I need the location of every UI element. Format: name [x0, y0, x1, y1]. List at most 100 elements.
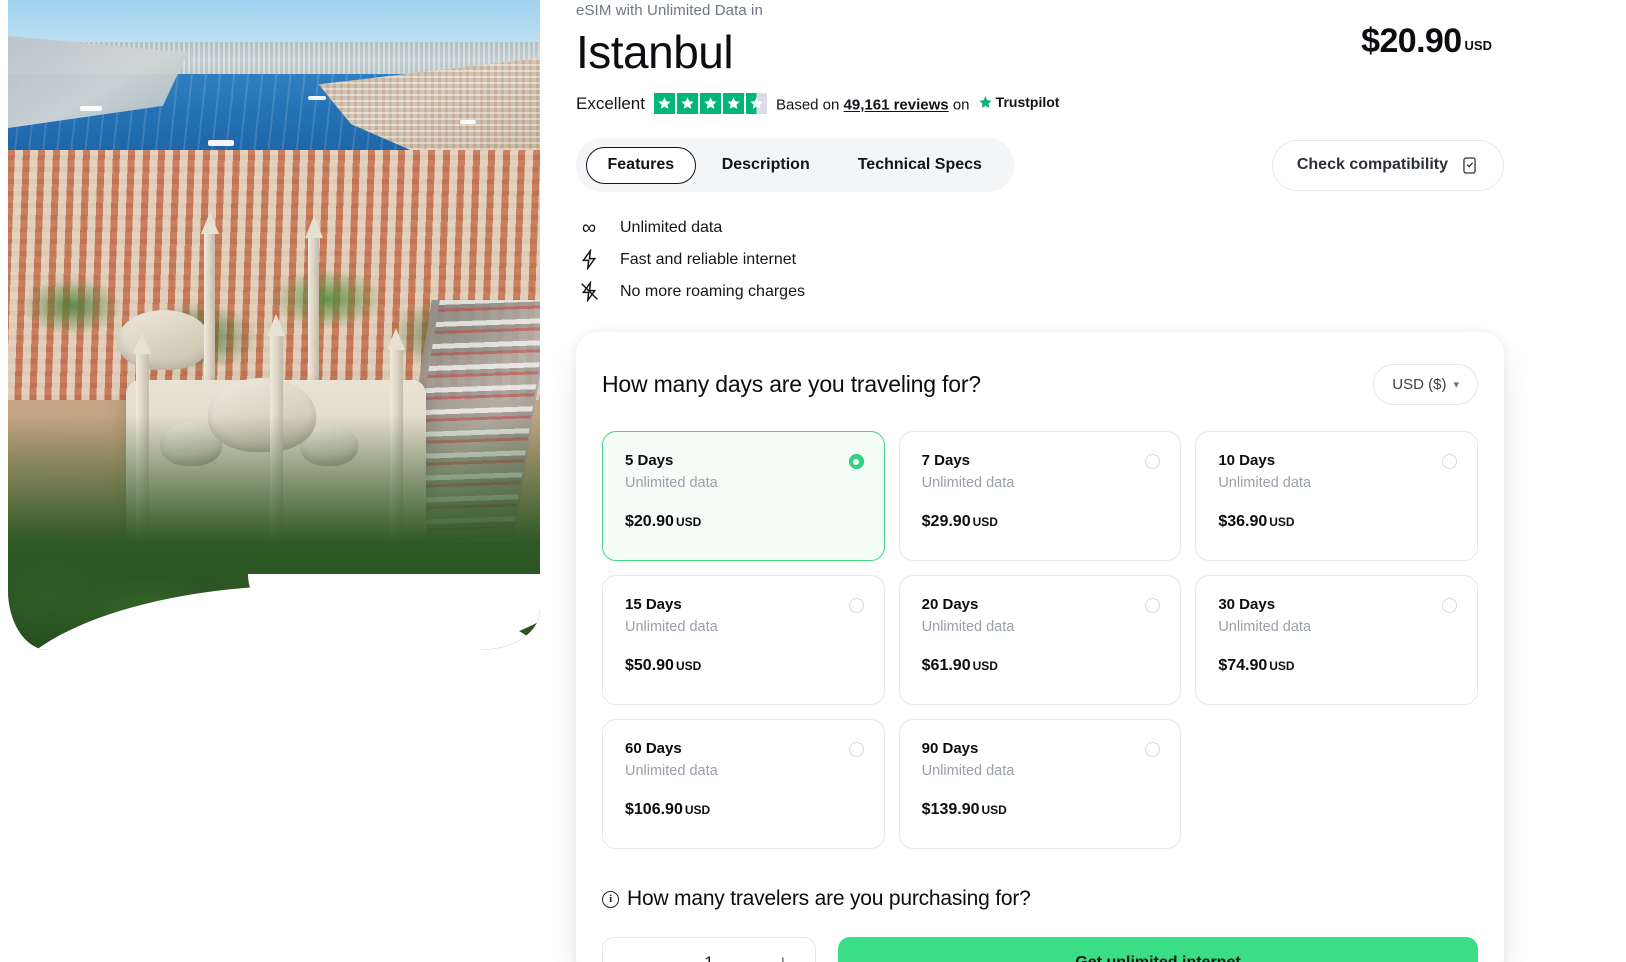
plan-price-amount: $139.90: [921, 801, 980, 819]
plan-price-amount: $36.90: [1218, 513, 1268, 531]
plan-data: Unlimited data: [921, 763, 1015, 780]
istanbul-aerial-photo: [8, 0, 540, 650]
plan-data: Unlimited data: [1218, 475, 1312, 492]
chevron-down-icon: ▾: [1453, 379, 1459, 392]
plan-duration: 10 Days: [1218, 452, 1276, 470]
plan-price: $36.90 USD: [1218, 513, 1457, 531]
plan-data: Unlimited data: [921, 475, 1015, 492]
plan-card-header: How many days are you traveling for? USD…: [602, 364, 1478, 406]
star-icon: [722, 93, 744, 115]
plan-option-30-days[interactable]: 30 Days Unlimited data $74.90 USD: [1195, 575, 1478, 706]
decrement-button[interactable]: −: [625, 953, 645, 962]
plan-price: $50.90 USD: [625, 657, 864, 675]
trustpilot-star-icon: [979, 95, 992, 108]
price-currency: USD: [1464, 38, 1492, 53]
tab-technical-specs[interactable]: Technical Specs: [836, 146, 1004, 184]
page-title: Istanbul: [576, 26, 734, 78]
plan-duration: 30 Days: [1218, 596, 1276, 614]
plan-option-5-days[interactable]: 5 Days Unlimited data $20.90 USD: [602, 431, 885, 562]
plan-price-amount: $20.90: [625, 513, 674, 531]
plan-option-20-days[interactable]: 20 Days Unlimited data $61.90 USD: [898, 575, 1182, 706]
plan-grid: 5 Days Unlimited data $20.90 USD 7 Days U…: [602, 431, 1478, 850]
plan-radio[interactable]: [848, 598, 864, 614]
plan-price-amount: $106.90: [625, 801, 683, 819]
plan-price-amount: $50.90: [625, 657, 674, 675]
plan-selection-card: How many days are you traveling for? USD…: [576, 332, 1504, 962]
plan-price-currency: USD: [981, 803, 1007, 818]
tab-features[interactable]: Features: [586, 146, 696, 184]
info-icon[interactable]: i: [602, 890, 619, 908]
travelers-question: How many travelers are you purchasing fo…: [627, 887, 1031, 911]
plan-data: Unlimited data: [1218, 619, 1312, 636]
feature-list: ∞ Unlimited data Fast and reliable inter…: [576, 218, 1626, 303]
currency-selector[interactable]: USD ($) ▾: [1373, 364, 1478, 406]
star-icon: [699, 93, 721, 115]
price-block: $20.90 USD: [1361, 22, 1492, 61]
feature-label: Unlimited data: [620, 219, 723, 237]
feature-item: ∞ Unlimited data: [576, 218, 1626, 238]
plan-price-amount: $29.90: [921, 513, 971, 531]
reviews-count-link[interactable]: 49,161 reviews: [844, 97, 949, 114]
plan-option-7-days[interactable]: 7 Days Unlimited data $29.90 USD: [898, 431, 1182, 562]
tabs-row: Features Description Technical Specs Che…: [576, 138, 1626, 193]
star-icon: [676, 93, 698, 115]
infinity-icon: ∞: [581, 217, 597, 240]
plan-duration: 15 Days: [625, 596, 682, 614]
hero-image: [8, 0, 540, 650]
plan-price: $61.90 USD: [922, 657, 1161, 675]
plan-duration: 90 Days: [921, 740, 979, 758]
based-on-label: Based on: [775, 96, 840, 114]
plan-price: $74.90 USD: [1218, 657, 1457, 675]
feature-label: Fast and reliable internet: [620, 250, 797, 268]
plan-option-10-days[interactable]: 10 Days Unlimited data $36.90 USD: [1195, 431, 1478, 562]
feature-item: Fast and reliable internet: [576, 249, 1626, 271]
minaret: [305, 216, 323, 386]
boat: [80, 106, 102, 111]
plan-price: $106.90 USD: [625, 801, 864, 819]
plan-radio[interactable]: [848, 742, 864, 758]
increment-button[interactable]: +: [773, 953, 793, 962]
plan-price-currency: USD: [684, 803, 711, 818]
plan-price: $139.90 USD: [922, 801, 1161, 819]
plan-price-currency: USD: [972, 659, 998, 674]
quantity-stepper[interactable]: − 1 +: [602, 937, 816, 962]
travelers-question-row: i How many travelers are you purchasing …: [602, 887, 1478, 911]
product-page: eSIM with Unlimited Data in Istanbul $20…: [0, 0, 1626, 962]
boat: [208, 140, 234, 146]
title-block: eSIM with Unlimited Data in Istanbul: [576, 0, 763, 79]
purchase-row: − 1 + Get unlimited internet: [602, 937, 1478, 962]
plan-radio-selected[interactable]: [848, 454, 864, 470]
plan-price-currency: USD: [972, 515, 998, 530]
plan-data: Unlimited data: [921, 619, 1015, 636]
title-row: eSIM with Unlimited Data in Istanbul $20…: [576, 0, 1626, 79]
lightning-bolt-icon: [576, 249, 602, 271]
plan-option-60-days[interactable]: 60 Days Unlimited data $106.90 USD: [602, 719, 885, 850]
plan-option-15-days[interactable]: 15 Days Unlimited data $50.90 USD: [602, 575, 885, 706]
plan-duration: 5 Days: [625, 452, 674, 470]
rating-word: Excellent: [576, 93, 645, 113]
trustpilot-brand: Trustpilot: [978, 94, 1059, 110]
quantity-value: 1: [704, 953, 713, 962]
plan-data: Unlimited data: [625, 475, 718, 492]
minaret: [201, 212, 219, 382]
check-compatibility-button[interactable]: Check compatibility: [1271, 139, 1504, 191]
star-half-icon: [745, 93, 767, 115]
boat: [460, 120, 476, 124]
reviews-text: Based on 49,161 reviews on Trustpilot: [776, 94, 1059, 114]
page-eyebrow: eSIM with Unlimited Data in: [576, 2, 763, 19]
get-unlimited-internet-button[interactable]: Get unlimited internet: [838, 937, 1478, 962]
plan-duration: 20 Days: [921, 596, 979, 614]
plan-price-currency: USD: [1269, 515, 1295, 530]
star-icon: [653, 93, 675, 115]
price-amount: $20.90: [1361, 22, 1462, 60]
plan-option-90-days[interactable]: 90 Days Unlimited data $139.90 USD: [898, 719, 1182, 850]
trustpilot-rating[interactable]: Excellent Based on 49,161 reviews on Tru…: [576, 93, 1626, 115]
plan-duration: 7 Days: [921, 452, 971, 470]
plan-price-amount: $61.90: [921, 657, 971, 675]
tab-description[interactable]: Description: [700, 146, 832, 184]
plan-data: Unlimited data: [625, 763, 718, 780]
plan-price-amount: $74.90: [1218, 657, 1268, 675]
plan-data: Unlimited data: [625, 619, 718, 636]
currency-label: USD ($): [1392, 376, 1447, 394]
tab-group: Features Description Technical Specs: [576, 138, 1014, 193]
